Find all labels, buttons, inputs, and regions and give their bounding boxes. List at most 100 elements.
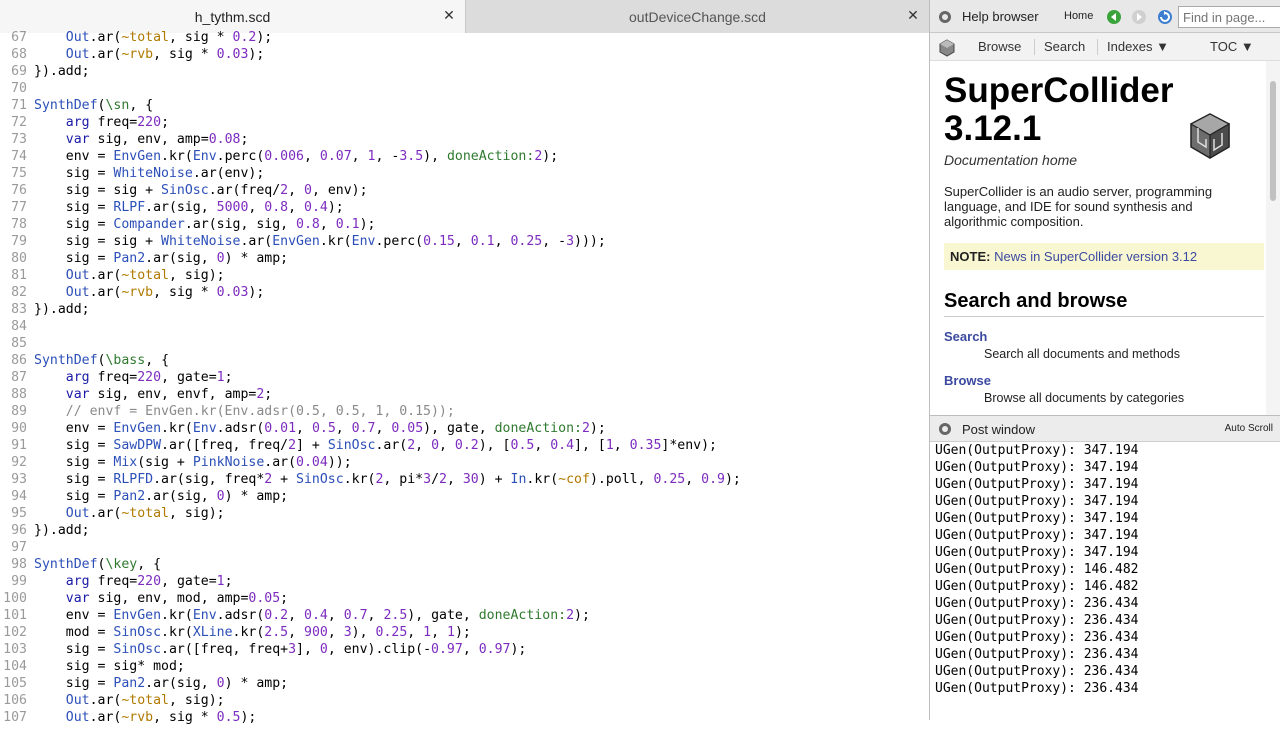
scrollbar-thumb[interactable] (1270, 81, 1276, 201)
code-text[interactable]: arg freq=220, gate=1; (34, 573, 233, 590)
code-line[interactable]: 92 sig = Mix(sig + PinkNoise.ar(0.04)); (0, 454, 929, 471)
code-line[interactable]: 100 var sig, env, mod, amp=0.05; (0, 590, 929, 607)
code-text[interactable]: sig = RLPF.ar(sig, 5000, 0.8, 0.4); (34, 199, 344, 216)
code-text[interactable]: Out.ar(~total, sig * 0.2); (34, 29, 272, 46)
home-button[interactable]: Home (1064, 10, 1093, 22)
code-text[interactable]: Out.ar(~total, sig); (34, 692, 225, 709)
code-line[interactable]: 104 sig = sig* mod; (0, 658, 929, 675)
code-text[interactable]: Out.ar(~rvb, sig * 0.03); (34, 46, 265, 63)
code-line[interactable]: 102 mod = SinOsc.kr(XLine.kr(2.5, 900, 3… (0, 624, 929, 641)
code-text[interactable]: env = EnvGen.kr(Env.perc(0.006, 0.07, 1,… (34, 148, 558, 165)
code-line[interactable]: 85 (0, 335, 929, 352)
code-text[interactable]: arg freq=220, gate=1; (34, 369, 233, 386)
code-text[interactable]: sig = sig + WhiteNoise.ar(EnvGen.kr(Env.… (34, 233, 606, 250)
code-text[interactable]: Out.ar(~total, sig); (34, 267, 225, 284)
code-line[interactable]: 69}).add; (0, 63, 929, 80)
code-text[interactable]: }).add; (34, 301, 90, 318)
code-line[interactable]: 99 arg freq=220, gate=1; (0, 573, 929, 590)
close-icon[interactable]: ✕ (441, 7, 457, 23)
code-line[interactable]: 95 Out.ar(~total, sig); (0, 505, 929, 522)
code-line[interactable]: 106 Out.ar(~total, sig); (0, 692, 929, 709)
code-text[interactable]: sig = Mix(sig + PinkNoise.ar(0.04)); (34, 454, 352, 471)
code-line[interactable]: 73 var sig, env, amp=0.08; (0, 131, 929, 148)
code-line[interactable]: 76 sig = sig + SinOsc.ar(freq/2, 0, env)… (0, 182, 929, 199)
auto-scroll-toggle[interactable]: Auto Scroll (1225, 423, 1273, 434)
code-line[interactable]: 91 sig = SawDPW.ar([freq, freq/2] + SinO… (0, 437, 929, 454)
back-arrow-icon[interactable] (1106, 9, 1122, 25)
code-text[interactable]: sig = SinOsc.ar([freq, freq+3], 0, env).… (34, 641, 527, 658)
code-line[interactable]: 103 sig = SinOsc.ar([freq, freq+3], 0, e… (0, 641, 929, 658)
code-editor[interactable]: h_tythm.scd ✕ outDeviceChange.scd ✕ 67 O… (0, 0, 929, 725)
code-line[interactable]: 80 sig = Pan2.ar(sig, 0) * amp; (0, 250, 929, 267)
post-output[interactable]: UGen(OutputProxy): 347.194 UGen(OutputPro… (935, 442, 1275, 697)
browse-link[interactable]: Browse (944, 373, 1264, 388)
close-icon[interactable]: ✕ (905, 7, 921, 23)
code-text[interactable]: SynthDef(\bass, { (34, 352, 169, 369)
code-text[interactable]: arg freq=220; (34, 114, 169, 131)
toc-nav-menu[interactable]: TOC ▼ (1210, 39, 1254, 54)
code-text[interactable]: mod = SinOsc.kr(XLine.kr(2.5, 900, 3), 0… (34, 624, 471, 641)
code-text[interactable]: sig = Pan2.ar(sig, 0) * amp; (34, 250, 288, 267)
code-line[interactable]: 88 var sig, env, envf, amp=2; (0, 386, 929, 403)
code-text[interactable]: SynthDef(\sn, { (34, 97, 153, 114)
code-area[interactable]: 67 Out.ar(~total, sig * 0.2); 68 Out.ar(~… (0, 29, 929, 729)
help-scrollbar[interactable] (1266, 61, 1280, 415)
code-text[interactable]: }).add; (34, 63, 90, 80)
code-line[interactable]: 67 Out.ar(~total, sig * 0.2); (0, 29, 929, 46)
code-line[interactable]: 77 sig = RLPF.ar(sig, 5000, 0.8, 0.4); (0, 199, 929, 216)
code-line[interactable]: 74 env = EnvGen.kr(Env.perc(0.006, 0.07,… (0, 148, 929, 165)
code-line[interactable]: 94 sig = Pan2.ar(sig, 0) * amp; (0, 488, 929, 505)
code-text[interactable]: sig = Pan2.ar(sig, 0) * amp; (34, 488, 288, 505)
code-line[interactable]: 81 Out.ar(~total, sig); (0, 267, 929, 284)
code-line[interactable]: 75 sig = WhiteNoise.ar(env); (0, 165, 929, 182)
news-link[interactable]: News in SuperCollider version 3.12 (994, 249, 1197, 264)
code-line[interactable]: 101 env = EnvGen.kr(Env.adsr(0.2, 0.4, 0… (0, 607, 929, 624)
reload-icon[interactable] (1157, 9, 1173, 25)
code-text[interactable]: // envf = EnvGen.kr(Env.adsr(0.5, 0.5, 1… (34, 403, 455, 420)
code-line[interactable]: 87 arg freq=220, gate=1; (0, 369, 929, 386)
code-text[interactable]: sig = sig + SinOsc.ar(freq/2, 0, env); (34, 182, 368, 199)
code-line[interactable]: 79 sig = sig + WhiteNoise.ar(EnvGen.kr(E… (0, 233, 929, 250)
code-line[interactable]: 97 (0, 539, 929, 556)
code-text[interactable]: Out.ar(~rvb, sig * 0.5); (34, 709, 257, 726)
code-text[interactable]: sig = Compander.ar(sig, sig, 0.8, 0.1); (34, 216, 376, 233)
code-line[interactable]: 98 SynthDef(\key, { (0, 556, 929, 573)
indexes-nav-menu[interactable]: Indexes ▼ (1107, 39, 1169, 54)
code-line[interactable]: 84 (0, 318, 929, 335)
code-line[interactable]: 105 sig = Pan2.ar(sig, 0) * amp; (0, 675, 929, 692)
code-text[interactable]: sig = sig* mod; (34, 658, 185, 675)
browse-description: Browse all documents by categories (984, 391, 1185, 405)
code-text[interactable]: sig = SawDPW.ar([freq, freq/2] + SinOsc.… (34, 437, 717, 454)
search-link[interactable]: Search (944, 329, 1264, 344)
code-text[interactable]: env = EnvGen.kr(Env.adsr(0.2, 0.4, 0.7, … (34, 607, 590, 624)
forward-arrow-icon[interactable] (1131, 9, 1147, 25)
search-nav-link[interactable]: Search (1044, 39, 1085, 54)
code-text[interactable]: var sig, env, envf, amp=2; (34, 386, 272, 403)
code-text[interactable]: var sig, env, mod, amp=0.05; (34, 590, 288, 607)
code-text[interactable]: Out.ar(~total, sig); (34, 505, 225, 522)
code-text[interactable]: sig = Pan2.ar(sig, 0) * amp; (34, 675, 288, 692)
code-line[interactable]: 72 arg freq=220; (0, 114, 929, 131)
code-text[interactable]: }).add; (34, 522, 90, 539)
code-line[interactable]: 82 Out.ar(~rvb, sig * 0.03); (0, 284, 929, 301)
code-text[interactable]: sig = RLPFD.ar(sig, freq*2 + SinOsc.kr(2… (34, 471, 741, 488)
code-text[interactable]: SynthDef(\key, { (34, 556, 161, 573)
code-line[interactable]: 90 env = EnvGen.kr(Env.adsr(0.01, 0.5, 0… (0, 420, 929, 437)
code-text[interactable]: var sig, env, amp=0.08; (34, 131, 249, 148)
code-line[interactable]: 86 SynthDef(\bass, { (0, 352, 929, 369)
code-line[interactable]: 70 (0, 80, 929, 97)
browse-nav-link[interactable]: Browse (978, 39, 1021, 54)
code-text[interactable]: sig = WhiteNoise.ar(env); (34, 165, 265, 182)
code-line[interactable]: 78 sig = Compander.ar(sig, sig, 0.8, 0.1… (0, 216, 929, 233)
code-line[interactable]: 96}).add; (0, 522, 929, 539)
code-line[interactable]: 71 SynthDef(\sn, { (0, 97, 929, 114)
code-text[interactable]: env = EnvGen.kr(Env.adsr(0.01, 0.5, 0.7,… (34, 420, 606, 437)
code-text[interactable]: Out.ar(~rvb, sig * 0.03); (34, 284, 265, 301)
post-line: UGen(OutputProxy): 347.194 (935, 545, 1139, 560)
code-line[interactable]: 93 sig = RLPFD.ar(sig, freq*2 + SinOsc.k… (0, 471, 929, 488)
code-line[interactable]: 68 Out.ar(~rvb, sig * 0.03); (0, 46, 929, 63)
code-line[interactable]: 89 // envf = EnvGen.kr(Env.adsr(0.5, 0.5… (0, 403, 929, 420)
code-line[interactable]: 83}).add; (0, 301, 929, 318)
code-line[interactable]: 107 Out.ar(~rvb, sig * 0.5); (0, 709, 929, 726)
find-in-page-input[interactable] (1178, 6, 1280, 28)
